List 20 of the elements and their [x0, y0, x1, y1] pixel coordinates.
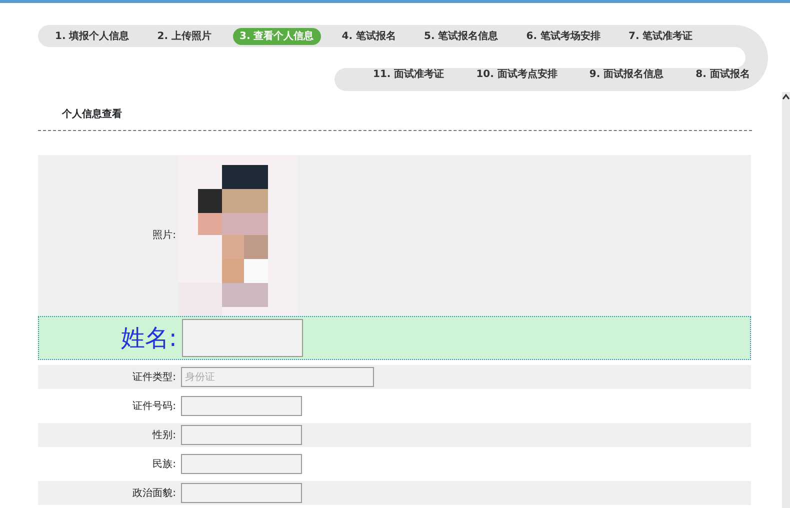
step-tab[interactable]: 1. 填报个人信息: [48, 28, 136, 44]
step-tab[interactable]: 4. 笔试报名: [334, 28, 403, 44]
field-label: 姓名:: [120, 323, 178, 354]
step-tab[interactable]: 6. 笔试考场安排: [519, 28, 608, 44]
step-tab[interactable]: 2. 上传照片: [150, 28, 218, 44]
step-tab[interactable]: 11. 面试准考证: [366, 66, 452, 82]
section-title: 个人信息查看: [62, 108, 123, 122]
step-tab[interactable]: 9. 面试报名信息: [582, 66, 671, 82]
step-tab[interactable]: 8. 面试报名: [688, 66, 757, 82]
scroll-up-icon[interactable]: [782, 92, 790, 102]
field-label: 民族:: [152, 458, 177, 472]
field-label: 证件号码:: [132, 400, 177, 414]
step-tab[interactable]: 7. 笔试准考证: [622, 28, 700, 44]
field-label: 政治面貌:: [132, 486, 177, 500]
field-label: 证件类型:: [132, 370, 177, 384]
step-tab[interactable]: 5. 笔试报名信息: [417, 28, 506, 44]
step-tab[interactable]: 10. 面试考点安排: [469, 66, 564, 82]
field-label: 性别:: [151, 428, 177, 442]
field-label: 照片:: [152, 228, 177, 243]
scrollbar[interactable]: [782, 92, 790, 508]
